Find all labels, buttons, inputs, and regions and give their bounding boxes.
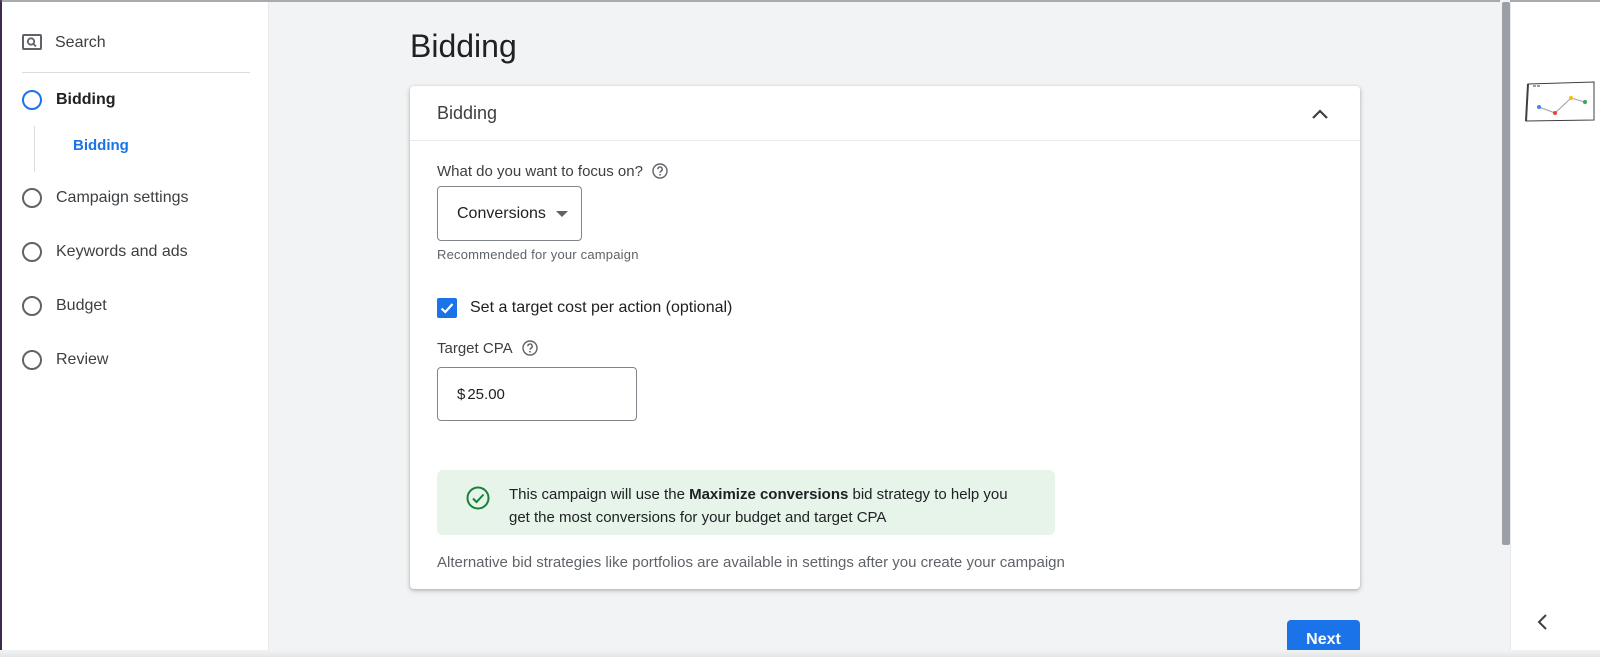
step-budget[interactable]: Budget	[22, 291, 252, 321]
chart-thumbnail-icon[interactable]	[1525, 80, 1595, 122]
step-label: Review	[56, 351, 109, 368]
strategy-notice-text: This campaign will use the Maximize conv…	[509, 483, 1029, 529]
bidding-card: Bidding What do you want to focus on? Co…	[410, 86, 1360, 589]
step-status-icon	[22, 90, 42, 110]
target-cpa-checkbox-row[interactable]: Set a target cost per action (optional)	[437, 298, 732, 318]
step-label: Keywords and ads	[56, 243, 188, 260]
step-label: Campaign settings	[56, 189, 189, 206]
notice-strategy-name: Maximize conversions	[689, 486, 849, 503]
step-status-icon	[22, 296, 42, 316]
sidebar: Search Bidding Bidding Campaign settings…	[2, 2, 269, 657]
bottom-shadow	[0, 650, 1600, 657]
target-cpa-checkbox[interactable]	[437, 298, 457, 318]
step-status-icon	[22, 350, 42, 370]
target-cpa-checkbox-label: Set a target cost per action (optional)	[470, 299, 733, 316]
focus-question: What do you want to focus on?	[437, 162, 669, 180]
search-icon	[22, 34, 42, 50]
step-keywords-and-ads[interactable]: Keywords and ads	[22, 237, 252, 267]
target-cpa-label: Target CPA	[437, 339, 539, 357]
focus-question-text: What do you want to focus on?	[437, 162, 643, 180]
notice-prefix: This campaign will use the	[509, 486, 690, 503]
right-panel	[1510, 2, 1600, 657]
sidebar-divider	[22, 72, 250, 73]
checkmark-icon	[440, 303, 454, 314]
card-header[interactable]: Bidding	[410, 86, 1360, 141]
step-status-icon	[22, 242, 42, 262]
chevron-up-icon[interactable]	[1310, 104, 1330, 124]
step-status-icon	[22, 188, 42, 208]
target-cpa-label-text: Target CPA	[437, 339, 513, 357]
step-bidding[interactable]: Bidding	[22, 85, 252, 115]
focus-hint: Recommended for your campaign	[437, 247, 639, 262]
currency-symbol: $	[457, 385, 466, 403]
dropdown-arrow-icon	[555, 210, 568, 217]
card-title: Bidding	[437, 103, 498, 123]
substep-bidding[interactable]: Bidding	[73, 137, 129, 154]
chevron-left-icon[interactable]	[1533, 612, 1553, 632]
strategy-notice: This campaign will use the Maximize conv…	[437, 470, 1055, 535]
help-circle-icon[interactable]	[651, 162, 669, 180]
focus-dropdown[interactable]: Conversions	[437, 186, 582, 241]
check-circle-icon	[466, 486, 490, 510]
step-label: Bidding	[56, 91, 116, 108]
target-cpa-input[interactable]: $ 25.00	[437, 367, 637, 421]
substep-line	[34, 126, 35, 172]
scrollbar-thumb[interactable]	[1502, 2, 1510, 545]
help-circle-icon[interactable]	[521, 339, 539, 357]
target-cpa-value: 25.00	[467, 385, 505, 403]
sidebar-search[interactable]: Search	[22, 28, 252, 58]
focus-dropdown-value: Conversions	[457, 204, 546, 222]
sidebar-search-label: Search	[55, 34, 106, 51]
step-campaign-settings[interactable]: Campaign settings	[22, 183, 252, 213]
page-title: Bidding	[410, 28, 517, 64]
alternative-strategies-note: Alternative bid strategies like portfoli…	[437, 554, 1065, 571]
step-review[interactable]: Review	[22, 345, 252, 375]
step-label: Budget	[56, 297, 107, 314]
